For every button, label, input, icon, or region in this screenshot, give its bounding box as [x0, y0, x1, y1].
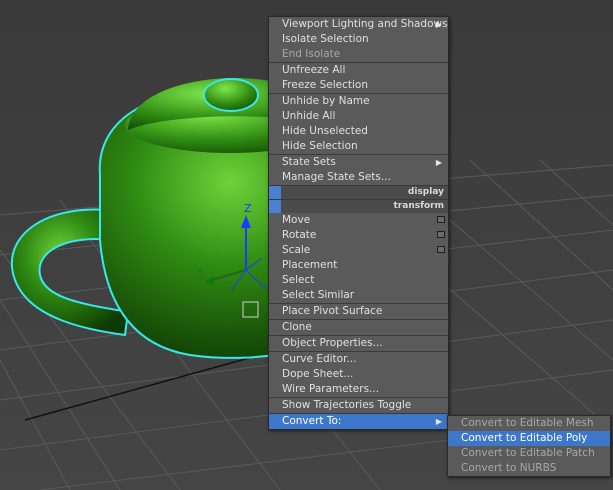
menu-item-dope-sheet[interactable]: Dope Sheet...	[269, 367, 448, 382]
menu-item-hide-selection[interactable]: Hide Selection	[269, 139, 448, 154]
menu-item-state-sets[interactable]: State Sets ▶	[269, 154, 448, 170]
menu-item-hide-unselected[interactable]: Hide Unselected	[269, 124, 448, 139]
submenu-arrow-icon: ▶	[435, 158, 442, 167]
menu-item-label: Place Pivot Surface	[282, 305, 383, 317]
menu-item-clone[interactable]: Clone	[269, 319, 448, 335]
menu-item-label: Object Properties...	[282, 337, 383, 349]
convert-to-submenu: Convert to Editable Mesh Convert to Edita…	[447, 415, 611, 477]
menu-item-label: Hide Selection	[282, 140, 358, 152]
svg-text:Y: Y	[196, 268, 204, 279]
menu-item-label: Clone	[282, 321, 312, 333]
menu-item-manage-state-sets[interactable]: Manage State Sets...	[269, 170, 448, 185]
quad-menu: Viewport Lighting and Shadows ▶ Isolate Se…	[268, 16, 449, 430]
menu-item-label: Convert To:	[282, 415, 342, 427]
menu-item-end-isolate[interactable]: End Isolate	[269, 47, 448, 62]
quadrant-tab[interactable]	[269, 186, 281, 199]
submenu-arrow-icon: ▶	[435, 20, 442, 29]
submenu-arrow-icon: ▶	[435, 417, 442, 426]
menu-item-isolate-selection[interactable]: Isolate Selection	[269, 32, 448, 47]
menu-item-label: Freeze Selection	[282, 79, 368, 91]
menu-item-object-properties[interactable]: Object Properties...	[269, 335, 448, 351]
menu-item-wire-parameters[interactable]: Wire Parameters...	[269, 382, 448, 397]
menu-item-label: Wire Parameters...	[282, 383, 380, 395]
menu-item-placement[interactable]: Placement	[269, 258, 448, 273]
menu-item-label: Curve Editor...	[282, 353, 357, 365]
menu-item-label: Show Trajectories Toggle	[282, 399, 412, 411]
menu-item-label: Unhide by Name	[282, 95, 370, 107]
submenu-item-convert-to-nurbs[interactable]: Convert to NURBS	[448, 461, 610, 476]
menu-item-unhide-by-name[interactable]: Unhide by Name	[269, 93, 448, 109]
menu-item-label: Placement	[282, 259, 338, 271]
menu-item-label: Unhide All	[282, 110, 336, 122]
menu-item-label: Isolate Selection	[282, 33, 369, 45]
menu-item-label: End Isolate	[282, 48, 341, 60]
menu-item-rotate[interactable]: Rotate	[269, 228, 448, 243]
quadrant-header-label: display	[407, 187, 444, 197]
menu-item-unfreeze-all[interactable]: Unfreeze All	[269, 62, 448, 78]
menu-item-scale[interactable]: Scale	[269, 243, 448, 258]
submenu-item-convert-to-editable-patch[interactable]: Convert to Editable Patch	[448, 446, 610, 461]
menu-item-label: Hide Unselected	[282, 125, 368, 137]
menu-item-curve-editor[interactable]: Curve Editor...	[269, 351, 448, 367]
menu-item-label: Viewport Lighting and Shadows	[282, 18, 448, 30]
options-dialog-icon[interactable]	[437, 231, 445, 238]
quadrant-tab[interactable]	[269, 200, 281, 213]
menu-item-select-similar[interactable]: Select Similar	[269, 288, 448, 303]
menu-item-label: Select	[282, 274, 315, 286]
menu-item-place-pivot-surface[interactable]: Place Pivot Surface	[269, 303, 448, 319]
menu-item-label: Rotate	[282, 229, 317, 241]
menu-item-label: Dope Sheet...	[282, 368, 354, 380]
menu-item-move[interactable]: Move	[269, 213, 448, 228]
quadrant-header-transform: transform	[269, 199, 448, 213]
menu-item-label: Scale	[282, 244, 311, 256]
menu-item-viewport-lighting-and-shadows[interactable]: Viewport Lighting and Shadows ▶	[269, 17, 448, 32]
menu-item-select[interactable]: Select	[269, 273, 448, 288]
svg-text:Z: Z	[244, 202, 252, 215]
menu-item-convert-to[interactable]: Convert To: ▶	[269, 413, 448, 429]
menu-item-label: Unfreeze All	[282, 64, 346, 76]
menu-item-label: Select Similar	[282, 289, 355, 301]
menu-item-freeze-selection[interactable]: Freeze Selection	[269, 78, 448, 93]
quadrant-header-display: display	[269, 185, 448, 199]
options-dialog-icon[interactable]	[437, 216, 445, 223]
menu-item-label: Move	[282, 214, 311, 226]
menu-item-label: Manage State Sets...	[282, 171, 391, 183]
menu-item-show-trajectories-toggle[interactable]: Show Trajectories Toggle	[269, 397, 448, 413]
submenu-item-convert-to-editable-poly[interactable]: Convert to Editable Poly	[448, 431, 610, 446]
menu-item-label: State Sets	[282, 156, 336, 168]
submenu-item-convert-to-editable-mesh[interactable]: Convert to Editable Mesh	[448, 416, 610, 431]
quadrant-header-label: transform	[393, 201, 445, 211]
options-dialog-icon[interactable]	[437, 246, 445, 253]
menu-item-unhide-all[interactable]: Unhide All	[269, 109, 448, 124]
